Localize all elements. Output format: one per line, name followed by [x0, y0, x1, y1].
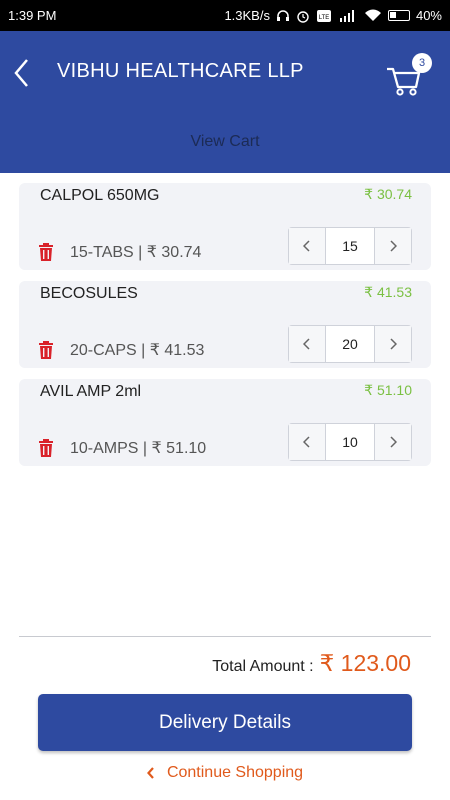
battery-icon: [387, 10, 410, 21]
item-name: BECOSULES: [40, 285, 138, 302]
status-icons: 1.3KB/s LTE 40%: [224, 8, 442, 23]
chevron-left-icon: [303, 338, 310, 350]
wifi-icon: [364, 9, 381, 21]
item-description: 15-TABS | ₹ 30.74: [70, 244, 202, 261]
chevron-right-icon: [390, 240, 397, 252]
item-description: 10-AMPS | ₹ 51.10: [70, 440, 207, 457]
increment-button[interactable]: [375, 424, 411, 460]
battery-level: 40%: [415, 8, 442, 23]
quantity-stepper: 10: [288, 423, 412, 461]
signal-icon: [339, 10, 354, 22]
cart-count-badge: 3: [412, 53, 432, 73]
delivery-details-button[interactable]: Delivery Details: [38, 694, 412, 751]
item-price: ₹ 51.10: [364, 382, 412, 398]
decrement-button[interactable]: [289, 424, 325, 460]
total-row: Total Amount : ₹ 123.00: [212, 650, 411, 677]
cart-item: AVIL AMP 2ml ₹ 51.10 10-AMPS | ₹ 51.10 1…: [19, 379, 431, 466]
quantity-value[interactable]: 20: [325, 326, 375, 362]
back-button[interactable]: [8, 55, 34, 91]
decrement-button[interactable]: [289, 228, 325, 264]
network-speed: 1.3KB/s: [224, 8, 270, 23]
total-label: Total Amount :: [212, 658, 314, 675]
continue-shopping-link[interactable]: Continue Shopping: [0, 764, 450, 782]
quantity-stepper: 15: [288, 227, 412, 265]
chevron-left-icon: [146, 767, 154, 779]
chevron-left-icon: [303, 240, 310, 252]
cart-list: CALPOL 650MG ₹ 30.74 15-TABS | ₹ 30.74 1…: [19, 183, 431, 477]
cart-item: CALPOL 650MG ₹ 30.74 15-TABS | ₹ 30.74 1…: [19, 183, 431, 270]
total-amount: ₹ 123.00: [319, 650, 411, 676]
item-name: AVIL AMP 2ml: [40, 383, 142, 400]
volte-icon: LTE: [316, 9, 331, 22]
decrement-button[interactable]: [289, 326, 325, 362]
quantity-value[interactable]: 15: [325, 228, 375, 264]
divider: [19, 636, 431, 637]
back-arrow-icon: [14, 59, 28, 87]
view-cart-label: View Cart: [190, 133, 260, 150]
item-price: ₹ 41.53: [364, 284, 412, 300]
trash-icon[interactable]: [38, 243, 54, 261]
app-header: VIBHU HEALTHCARE LLP 3 View Cart: [0, 31, 450, 173]
status-bar: 1:39 PM 1.3KB/s LTE 40%: [0, 0, 450, 31]
headphones-icon: [276, 10, 289, 21]
item-name: CALPOL 650MG: [40, 187, 160, 204]
item-description: 20-CAPS | ₹ 41.53: [70, 342, 205, 359]
status-time: 1:39 PM: [8, 8, 57, 23]
trash-icon[interactable]: [38, 439, 54, 457]
increment-button[interactable]: [375, 326, 411, 362]
chevron-right-icon: [390, 436, 397, 448]
chevron-left-icon: [303, 436, 310, 448]
continue-shopping-label: Continue Shopping: [166, 764, 304, 781]
quantity-stepper: 20: [288, 325, 412, 363]
alarm-icon: [297, 10, 309, 23]
cart-item: BECOSULES ₹ 41.53 20-CAPS | ₹ 41.53 20: [19, 281, 431, 368]
cart-button[interactable]: 3: [384, 53, 434, 97]
svg-text:LTE: LTE: [319, 15, 330, 21]
chevron-right-icon: [390, 338, 397, 350]
trash-icon[interactable]: [38, 341, 54, 359]
increment-button[interactable]: [375, 228, 411, 264]
item-price: ₹ 30.74: [364, 186, 412, 202]
quantity-value[interactable]: 10: [325, 424, 375, 460]
page-title: VIBHU HEALTHCARE LLP: [57, 60, 304, 82]
